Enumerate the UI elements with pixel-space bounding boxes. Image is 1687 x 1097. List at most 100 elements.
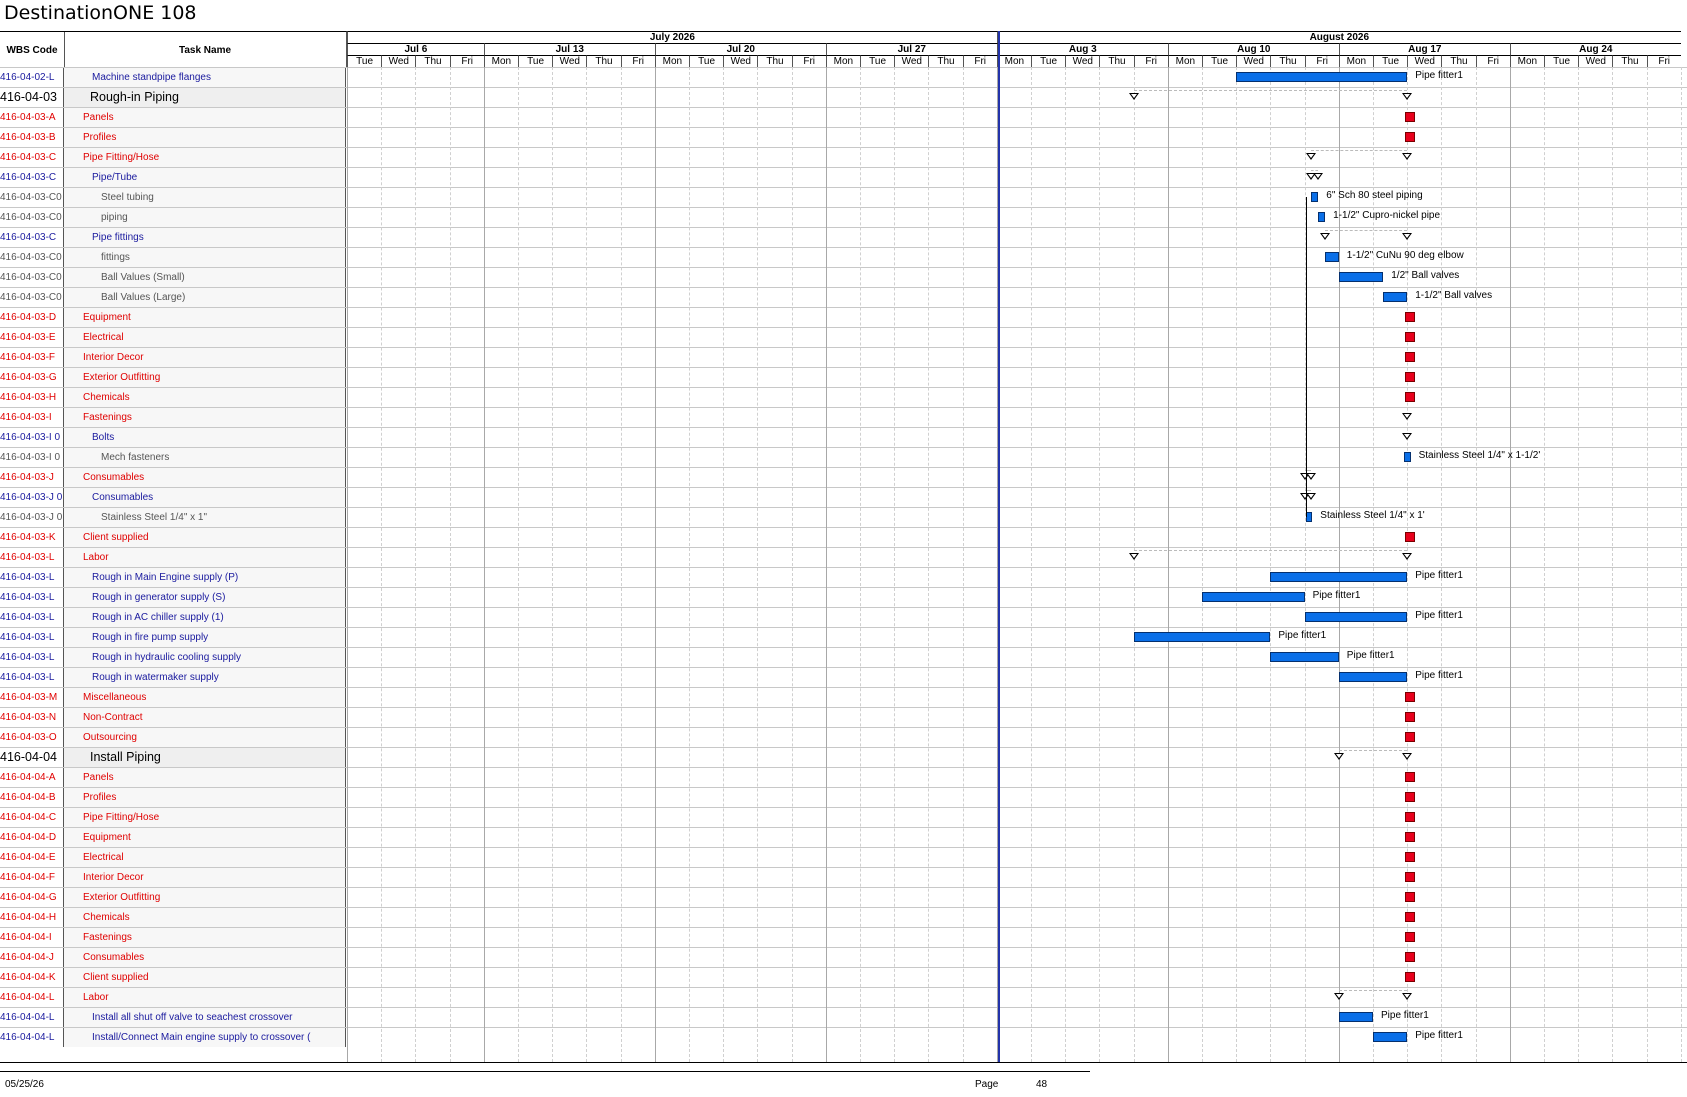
milestone-marker[interactable] [1405,352,1416,362]
day-header: Fri [1133,55,1168,67]
milestone-marker[interactable] [1405,952,1416,962]
wbs-code-cell: 416-04-03-E [0,328,64,347]
task-name-cell: Consumables [64,468,346,487]
wbs-code-cell: 416-04-03-J [0,468,64,487]
grid-line [654,67,656,1062]
wbs-code-cell: 416-04-04-K [0,968,64,987]
footer-divider [0,1071,1090,1072]
wbs-code-cell: 416-04-03-N [0,708,64,727]
milestone-marker[interactable] [1405,792,1416,802]
month-header: August 2026 [996,31,1681,43]
summary-end-marker [1306,493,1317,500]
wbs-code-cell: 416-04-03-C0 [0,268,64,287]
summary-start-marker [1333,753,1344,760]
day-header: Wed [723,55,758,67]
milestone-marker[interactable] [1405,712,1416,722]
milestone-marker[interactable] [1405,892,1416,902]
grid-line [1475,67,1477,1062]
milestone-marker[interactable] [1405,872,1416,882]
wbs-code-cell: 416-04-03-L [0,608,64,627]
summary-span-line [1311,170,1319,171]
milestone-marker[interactable] [1405,932,1416,942]
wbs-code-cell: 416-04-03-G [0,368,64,387]
task-name-cell: Pipe fittings [64,228,346,247]
milestone-marker[interactable] [1405,732,1416,742]
wbs-code-cell: 416-04-03-C0 [0,248,64,267]
grid-line [552,67,554,1062]
task-name-cell: Rough in watermaker supply [64,668,346,687]
task-bar[interactable] [1270,652,1339,662]
milestone-marker[interactable] [1405,332,1416,342]
milestone-marker[interactable] [1405,392,1416,402]
wbs-code-cell: 416-04-04-B [0,788,64,807]
task-bar[interactable] [1133,632,1271,642]
milestone-marker[interactable] [1405,112,1416,122]
task-name-cell: Panels [64,768,346,787]
summary-start-marker [1128,93,1139,100]
week-header: Aug 10 [1167,43,1339,55]
task-bar[interactable] [1311,192,1319,202]
day-header: Tue [518,55,553,67]
task-name-cell: Fastenings [64,928,346,947]
summary-span-line [1338,750,1408,751]
summary-end-marker [1313,173,1324,180]
wbs-code-cell: 416-04-04-C [0,808,64,827]
document-title: DestinationONE 108 [4,2,197,24]
task-bar[interactable] [1338,672,1408,682]
bar-resource-label: Stainless Steel 1/4" x 1-1/2' [1418,450,1541,461]
task-name-cell: Outsourcing [64,728,346,747]
grid-line [620,67,622,1062]
summary-span-line [1133,90,1408,91]
milestone-marker[interactable] [1405,372,1416,382]
wbs-code-cell: 416-04-04-L [0,1008,64,1027]
milestone-marker[interactable] [1405,692,1416,702]
milestone-marker[interactable] [1405,812,1416,822]
milestone-marker[interactable] [1405,832,1416,842]
grid-line [1578,67,1580,1062]
day-header: Wed [894,55,929,67]
wbs-column-header[interactable]: WBS Code [0,31,65,68]
milestone-marker[interactable] [1405,132,1416,142]
milestone-marker[interactable] [1405,772,1416,782]
task-name-column-header[interactable]: Task Name [64,31,347,68]
day-header: Tue [1373,55,1408,67]
day-header: Fri [620,55,655,67]
grid-line [689,67,690,1062]
bar-resource-label: 1-1/2" CuNu 90 deg elbow [1346,250,1464,261]
milestone-marker[interactable] [1405,972,1416,982]
wbs-code-cell: 416-04-03-F [0,348,64,367]
week-header: Aug 3 [996,43,1168,55]
milestone-marker[interactable] [1405,852,1416,862]
task-bar[interactable] [1338,1012,1373,1022]
summary-span-line [1311,150,1408,151]
task-bar[interactable] [1270,572,1408,582]
day-header: Wed [1236,55,1271,67]
task-bar[interactable] [1202,592,1305,602]
task-name-cell: Rough in Main Engine supply (P) [64,568,346,587]
task-bar[interactable] [1383,292,1408,302]
day-header: Mon [996,55,1031,67]
grid-line [1133,67,1135,1062]
day-header: Mon [483,55,518,67]
task-bar[interactable] [1236,72,1408,82]
milestone-marker[interactable] [1405,912,1416,922]
task-bar[interactable] [1373,1032,1408,1042]
task-bar[interactable] [1338,272,1384,282]
milestone-marker[interactable] [1405,312,1416,322]
summary-end-marker [1402,753,1413,760]
task-name-cell: Rough-in Piping [64,88,346,107]
wbs-code-cell: 416-04-04-F [0,868,64,887]
task-bar[interactable] [1403,452,1411,462]
milestone-marker[interactable] [1405,532,1416,542]
task-name-cell: Rough in hydraulic cooling supply [64,648,346,667]
task-bar[interactable] [1325,252,1339,262]
wbs-code-cell: 416-04-03-L [0,568,64,587]
task-bar[interactable] [1318,212,1326,222]
grid-line [1612,67,1614,1062]
grid-line [1202,67,1203,1062]
task-name-cell: fittings [64,248,346,267]
wbs-code-cell: 416-04-03-I [0,408,64,427]
wbs-code-cell: 416-04-04-L [0,1028,64,1047]
task-bar[interactable] [1304,612,1408,622]
wbs-code-cell: 416-04-03-J 0 [0,508,64,527]
